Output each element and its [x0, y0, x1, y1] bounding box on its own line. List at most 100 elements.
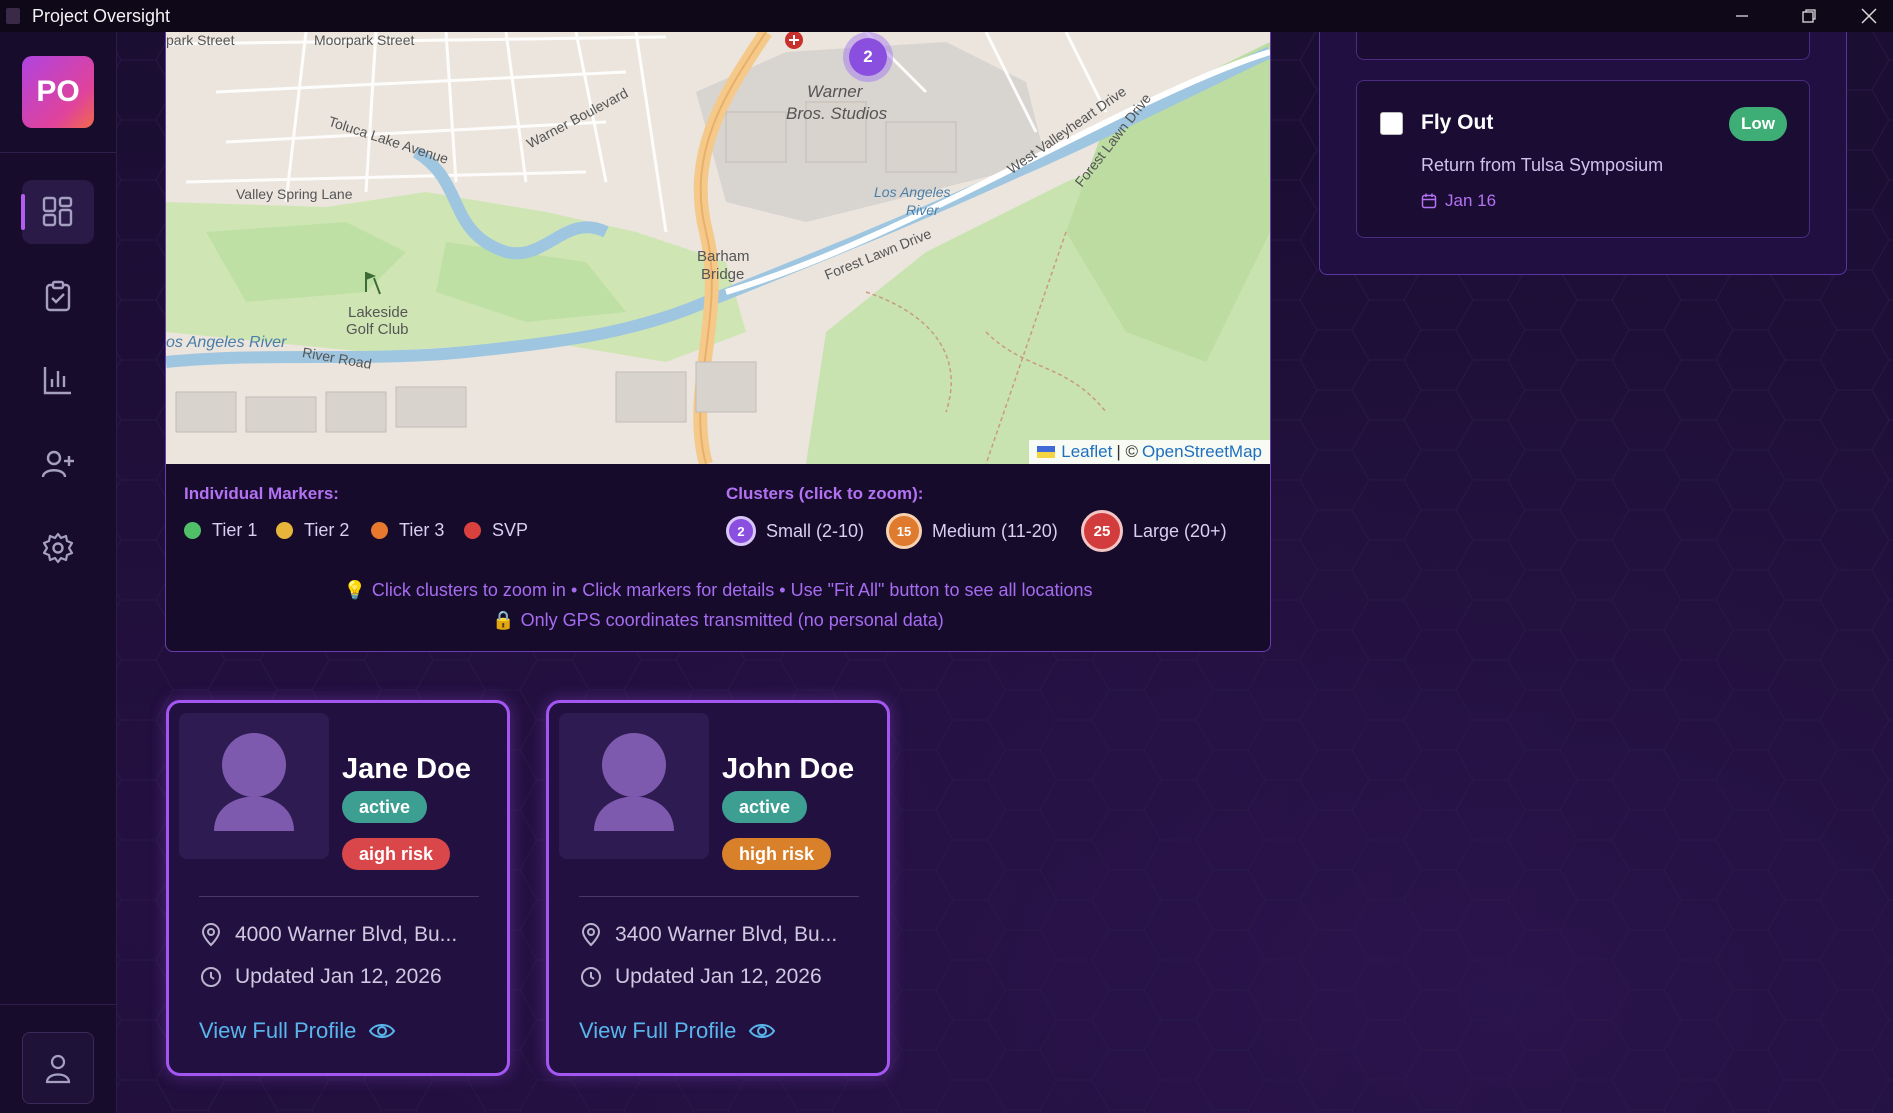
sidebar-item-add-user[interactable] — [22, 432, 94, 496]
person-updated: Updated Jan 12, 2026 — [199, 965, 442, 989]
sidebar-item-tasks[interactable] — [22, 264, 94, 328]
legend-label: Large (20+) — [1133, 520, 1227, 541]
map-legend: Individual Markers: Tier 1 Tier 2 Tier 3… — [166, 464, 1270, 651]
legend-cluster-medium: 15 Medium (11-20) — [886, 513, 1058, 549]
person-card[interactable]: John Doe active high risk 3400 Warner Bl… — [546, 700, 890, 1076]
map-label: Golf Club — [346, 321, 409, 338]
tier-2-dot — [276, 522, 293, 539]
avatar — [179, 713, 329, 859]
person-placeholder-icon — [214, 733, 294, 831]
map-pin-icon — [201, 923, 221, 947]
view-profile-label: View Full Profile — [579, 1018, 737, 1043]
risk-badge: high risk — [722, 838, 832, 870]
window-title: Project Oversight — [32, 5, 171, 26]
person-address: 4000 Warner Blvd, Bu... — [199, 923, 457, 947]
map-label: Warner — [807, 82, 863, 101]
map-panel: park Street Moorpark Street Toluca Lake … — [165, 32, 1271, 652]
cluster-large-icon: 25 — [1081, 510, 1123, 552]
avatar — [559, 713, 709, 859]
clusters-heading: Clusters (click to zoom): — [726, 484, 924, 503]
person-card[interactable]: Jane Doe active aigh risk 4000 Warner Bl… — [166, 700, 510, 1076]
map-label: Moorpark Street — [314, 32, 415, 48]
sidebar-divider — [0, 152, 116, 153]
map-label: os Angeles River — [166, 334, 287, 351]
openstreetmap-link[interactable]: OpenStreetMap — [1142, 442, 1262, 462]
leaflet-link[interactable]: Leaflet — [1061, 442, 1112, 462]
person-updated: Updated Jan 12, 2026 — [579, 965, 822, 989]
location-map[interactable]: park Street Moorpark Street Toluca Lake … — [166, 32, 1270, 464]
task-date: Jan 16 — [1421, 191, 1496, 211]
minimize-button[interactable] — [1714, 0, 1770, 32]
card-divider — [199, 896, 479, 897]
tier-1-dot — [184, 522, 201, 539]
title-bar: Project Oversight — [0, 0, 1893, 32]
task-checkbox[interactable] — [1380, 112, 1403, 135]
sidebar-item-settings[interactable] — [22, 516, 94, 580]
map-attribution: Leaflet | © OpenStreetMap — [1029, 440, 1270, 464]
task-card[interactable]: Fly Out Low Return from Tulsa Symposium … — [1356, 80, 1810, 238]
address-text: 3400 Warner Blvd, Bu... — [615, 923, 838, 946]
priority-badge: Low — [1729, 107, 1787, 141]
close-button[interactable] — [1845, 0, 1893, 32]
view-profile-label: View Full Profile — [199, 1018, 357, 1043]
eye-icon — [749, 1024, 776, 1038]
card-divider — [579, 896, 859, 897]
cluster-medium-icon: 15 — [886, 513, 922, 549]
map-label: River Road — [301, 344, 373, 372]
sidebar: PO — [0, 32, 117, 1113]
privacy-text: Only GPS coordinates transmitted (no per… — [520, 610, 944, 630]
map-label: Lakeside — [348, 304, 409, 321]
task-panel: Fly Out Low Return from Tulsa Symposium … — [1319, 32, 1847, 275]
person-address: 3400 Warner Blvd, Bu... — [579, 923, 837, 947]
view-profile-link[interactable]: View Full Profile — [199, 1018, 396, 1044]
view-profile-link[interactable]: View Full Profile — [579, 1018, 776, 1044]
lightbulb-icon: 💡 — [343, 580, 366, 600]
legend-label: Medium (11-20) — [932, 520, 1058, 541]
map-label: Bridge — [701, 266, 745, 283]
map-label: Forest Lawn Drive — [822, 225, 934, 283]
attribution-separator: | © — [1116, 442, 1138, 461]
app-logo[interactable]: PO — [22, 56, 94, 128]
clock-icon — [581, 967, 601, 987]
ukraine-flag-icon — [1037, 446, 1056, 458]
calendar-icon — [1421, 193, 1437, 209]
map-cluster-marker[interactable]: 2 — [843, 32, 893, 82]
privacy-note: 🔒 Only GPS coordinates transmitted (no pe… — [166, 610, 1270, 631]
eye-icon — [369, 1024, 396, 1038]
hint-text: Click clusters to zoom in • Click marker… — [371, 580, 1093, 600]
legend-cluster-small: 2 Small (2-10) — [726, 516, 864, 546]
map-label: Toluca Lake Avenue — [326, 113, 451, 167]
person-name: John Doe — [722, 753, 855, 785]
task-title: Fly Out — [1421, 111, 1494, 134]
individual-markers-heading: Individual Markers: — [184, 484, 339, 503]
profile-button[interactable] — [22, 1032, 94, 1104]
legend-label: Tier 1 — [212, 520, 258, 540]
close-icon — [1861, 8, 1877, 24]
user-plus-icon — [41, 450, 74, 478]
map-label: River — [906, 202, 939, 218]
legend-tier-3: Tier 3 — [371, 520, 444, 541]
minimize-icon — [1736, 15, 1748, 17]
map-labels: park Street Moorpark Street Toluca Lake … — [166, 32, 1270, 464]
legend-label: SVP — [492, 520, 529, 540]
svp-dot — [464, 522, 481, 539]
sidebar-divider — [0, 1004, 116, 1005]
sidebar-item-analytics[interactable] — [22, 348, 94, 412]
map-label: Bros. Studios — [786, 104, 888, 123]
map-hint: 💡 Click clusters to zoom in • Click marke… — [166, 580, 1270, 601]
legend-tier-2: Tier 2 — [276, 520, 349, 541]
app-icon — [6, 8, 20, 24]
map-label: Warner Boulevard — [523, 84, 631, 152]
clock-icon — [201, 967, 221, 987]
legend-tier-1: Tier 1 — [184, 520, 257, 541]
person-placeholder-icon — [594, 733, 674, 831]
user-icon — [45, 1054, 71, 1084]
restore-button[interactable] — [1781, 0, 1837, 32]
map-label: Valley Spring Lane — [236, 186, 353, 202]
sidebar-item-dashboard[interactable] — [21, 180, 94, 244]
cluster-small-icon: 2 — [726, 516, 756, 546]
map-label: park Street — [166, 32, 235, 48]
gear-icon — [42, 532, 74, 564]
status-badge: active — [722, 791, 808, 823]
task-date-text: Jan 16 — [1445, 191, 1497, 210]
